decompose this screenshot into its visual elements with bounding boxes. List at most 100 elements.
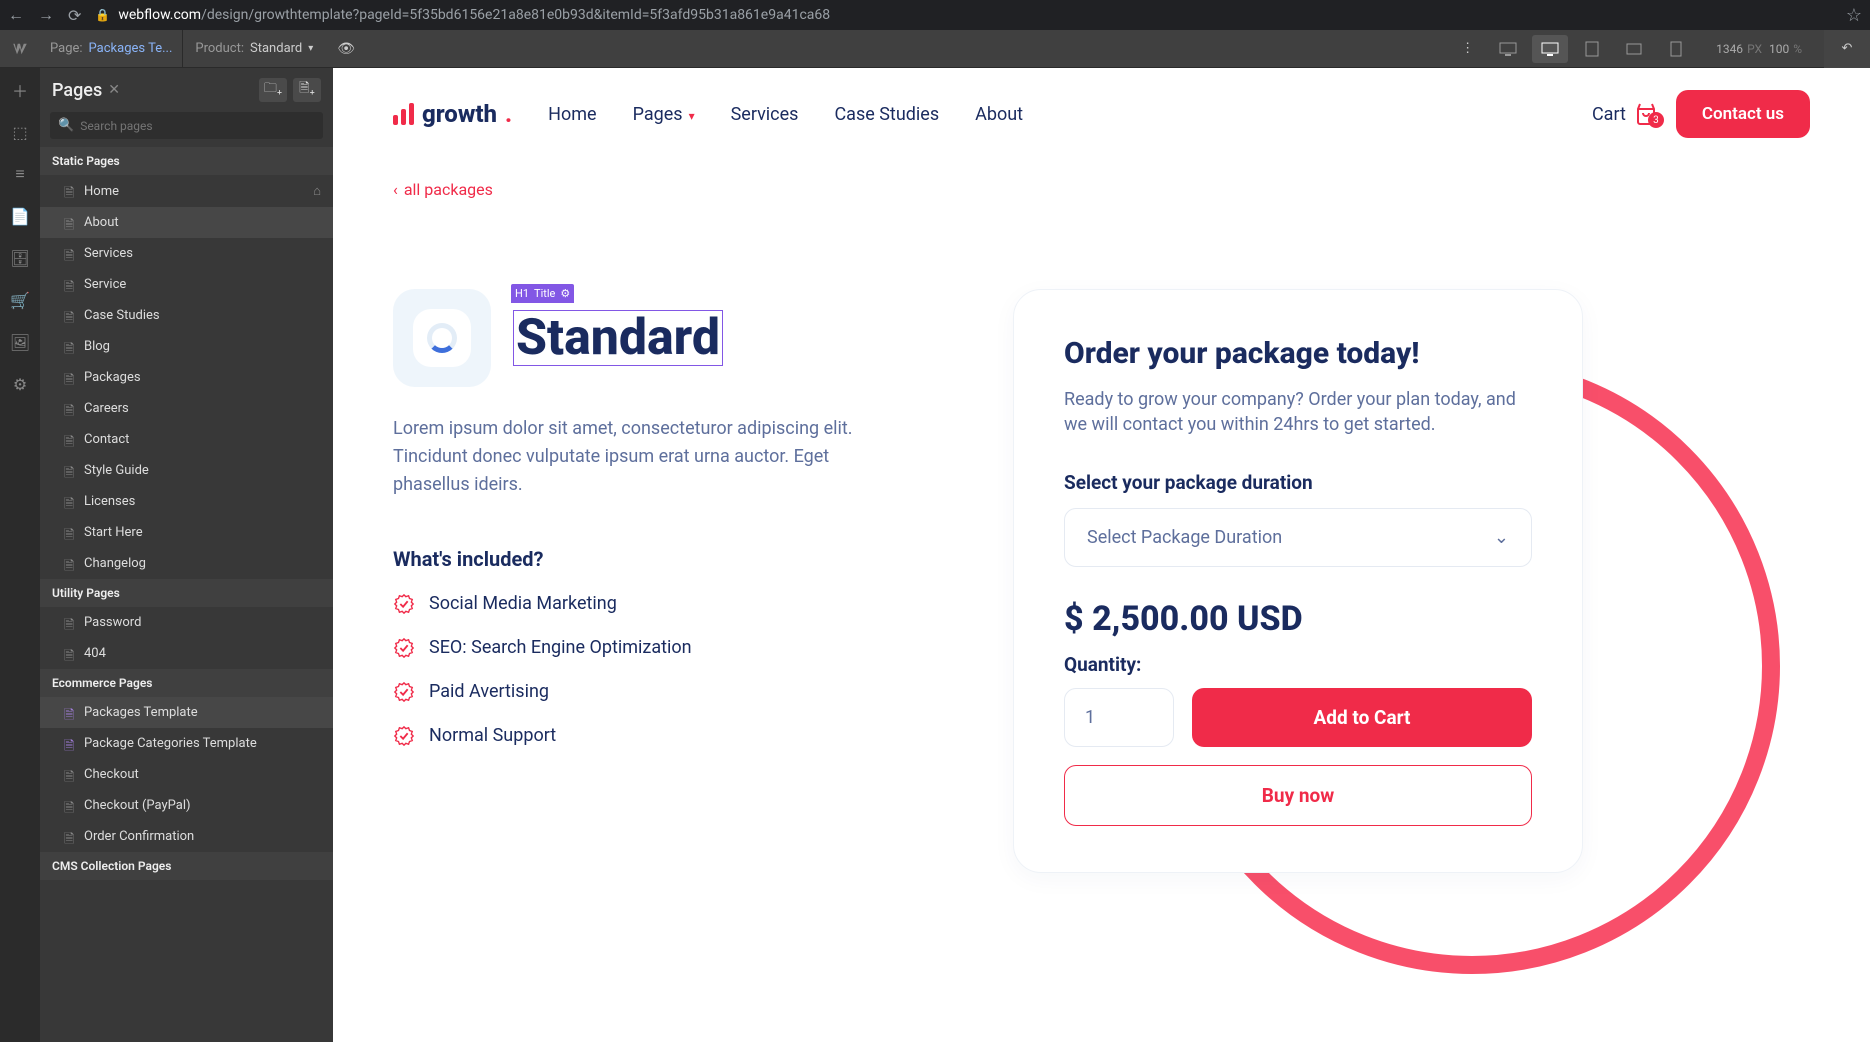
preview-icon[interactable]: 👁: [337, 41, 355, 57]
selection-badge[interactable]: H1 Title ⚙: [511, 284, 574, 303]
page-item[interactable]: 🗎Licenses: [40, 486, 333, 517]
check-badge-icon: [393, 593, 415, 615]
page-item[interactable]: 🗎404: [40, 638, 333, 669]
new-folder-icon[interactable]: 🗀₊: [259, 78, 287, 102]
page-icon: 🗎: [64, 616, 76, 630]
star-icon[interactable]: ☆: [1846, 5, 1862, 26]
contact-button[interactable]: Contact us: [1676, 90, 1810, 138]
quantity-input[interactable]: 1: [1064, 688, 1174, 747]
settings-icon[interactable]: ⚙: [8, 372, 32, 396]
add-element-icon[interactable]: ＋: [8, 78, 32, 102]
cart-link[interactable]: Cart 3: [1592, 102, 1658, 126]
device-tablet-portrait-icon[interactable]: [1574, 35, 1610, 63]
webflow-logo[interactable]: [0, 30, 40, 68]
site-nav: growth. Home Pages ▾ Services Case Studi…: [333, 68, 1870, 160]
gear-icon[interactable]: ⚙: [560, 287, 570, 300]
chevron-down-icon: ⌄: [1494, 527, 1509, 548]
page-item[interactable]: 🗎Package Categories Template: [40, 728, 333, 759]
product-breadcrumb[interactable]: Product: Standard ▾: [183, 41, 325, 56]
more-icon[interactable]: ⋮: [1461, 41, 1474, 56]
page-item-label: Style Guide: [84, 463, 149, 478]
cms-icon[interactable]: 🗄: [8, 246, 32, 270]
page-item[interactable]: 🗎Checkout (PayPal): [40, 790, 333, 821]
nav-pages[interactable]: Pages ▾: [633, 104, 695, 125]
panel-title: Pages: [52, 80, 102, 101]
back-icon[interactable]: ←: [8, 5, 24, 25]
reload-icon[interactable]: ⟳: [68, 6, 81, 25]
add-to-cart-button[interactable]: Add to Cart: [1192, 688, 1532, 747]
duration-select[interactable]: Select Package Duration ⌄: [1064, 508, 1532, 567]
order-subtext: Ready to grow your company? Order your p…: [1064, 387, 1532, 437]
navigator-icon[interactable]: ≡: [8, 162, 32, 186]
page-item[interactable]: 🗎Packages Template: [40, 697, 333, 728]
spinner-icon: [427, 323, 457, 353]
duration-label: Select your package duration: [1064, 471, 1532, 494]
page-icon: 🗎: [64, 184, 76, 198]
price: $ 2,500.00 USD: [1064, 599, 1532, 639]
nav-home[interactable]: Home: [548, 104, 596, 125]
product-title: Standard: [516, 313, 720, 363]
search-pages[interactable]: 🔍: [50, 112, 323, 139]
selection-name: Title: [534, 287, 555, 300]
device-mobile-icon[interactable]: [1658, 35, 1694, 63]
device-mobile-landscape-icon[interactable]: [1616, 35, 1652, 63]
page-item[interactable]: 🗎Blog: [40, 331, 333, 362]
section-cms: CMS Collection Pages: [40, 852, 333, 880]
page-item[interactable]: 🗎Password: [40, 607, 333, 638]
url-text: webflow.com/design/growthtemplate?pageId…: [118, 7, 830, 23]
page-item[interactable]: 🗎About: [40, 207, 333, 238]
site-logo[interactable]: growth.: [393, 100, 512, 128]
logo-bars-icon: [393, 103, 414, 125]
undo-icon[interactable]: ↶: [1824, 30, 1870, 68]
page-item[interactable]: 🗎Order Confirmation: [40, 821, 333, 852]
new-page-icon[interactable]: 🗎₊: [293, 78, 321, 102]
forward-icon[interactable]: →: [38, 5, 54, 25]
chevron-down-icon: ▾: [686, 109, 695, 123]
nav-services[interactable]: Services: [731, 104, 799, 125]
page-icon: 🗎: [64, 737, 76, 751]
page-item[interactable]: 🗎Changelog: [40, 548, 333, 579]
page-icon: 🗎: [64, 464, 76, 478]
selected-element[interactable]: Standard: [513, 310, 723, 366]
included-heading: What's included?: [393, 547, 893, 571]
device-desktop-icon[interactable]: [1490, 35, 1526, 63]
nav-about[interactable]: About: [975, 104, 1023, 125]
pages-icon[interactable]: 📄: [8, 204, 32, 228]
assets-icon[interactable]: 🖼: [8, 330, 32, 354]
device-tablet-landscape-icon[interactable]: [1532, 35, 1568, 63]
close-icon[interactable]: ✕: [108, 82, 120, 98]
page-item[interactable]: 🗎Packages: [40, 362, 333, 393]
page-label: Page:: [50, 41, 83, 56]
page-item[interactable]: 🗎Service: [40, 269, 333, 300]
back-link[interactable]: ‹ all packages: [333, 180, 1870, 199]
symbols-icon[interactable]: ⬚: [8, 120, 32, 144]
page-icon: 🗎: [64, 371, 76, 385]
page-breadcrumb[interactable]: Page: Packages Te...: [40, 30, 183, 68]
ecommerce-icon[interactable]: 🛒: [8, 288, 32, 312]
page-item[interactable]: 🗎Services: [40, 238, 333, 269]
page-item[interactable]: 🗎Home⌂: [40, 175, 333, 207]
page-item-label: 404: [84, 646, 106, 661]
url-bar[interactable]: 🔒 webflow.com/design/growthtemplate?page…: [95, 7, 1831, 23]
page-item[interactable]: 🗎Careers: [40, 393, 333, 424]
page-item[interactable]: 🗎Checkout: [40, 759, 333, 790]
feature-item: Normal Support: [393, 725, 893, 747]
section-utility: Utility Pages: [40, 579, 333, 607]
page-item[interactable]: 🗎Start Here: [40, 517, 333, 548]
page-item[interactable]: 🗎Contact: [40, 424, 333, 455]
feature-label: Social Media Marketing: [429, 593, 617, 614]
home-icon: ⌂: [313, 183, 321, 199]
page-icon: 🗎: [64, 309, 76, 323]
page-icon: 🗎: [64, 830, 76, 844]
product-name: Standard: [250, 41, 302, 56]
nav-case-studies[interactable]: Case Studies: [834, 104, 939, 125]
buy-now-button[interactable]: Buy now: [1064, 765, 1532, 826]
page-icon: 🗎: [64, 526, 76, 540]
page-item[interactable]: 🗎 Style Guide: [40, 455, 333, 486]
product-icon: [393, 289, 491, 387]
page-name: Packages Te...: [89, 41, 173, 56]
page-item[interactable]: 🗎Case Studies: [40, 300, 333, 331]
chevron-down-icon: ▾: [308, 43, 313, 54]
cart-icon: 3: [1634, 102, 1658, 126]
search-input[interactable]: [80, 119, 315, 133]
